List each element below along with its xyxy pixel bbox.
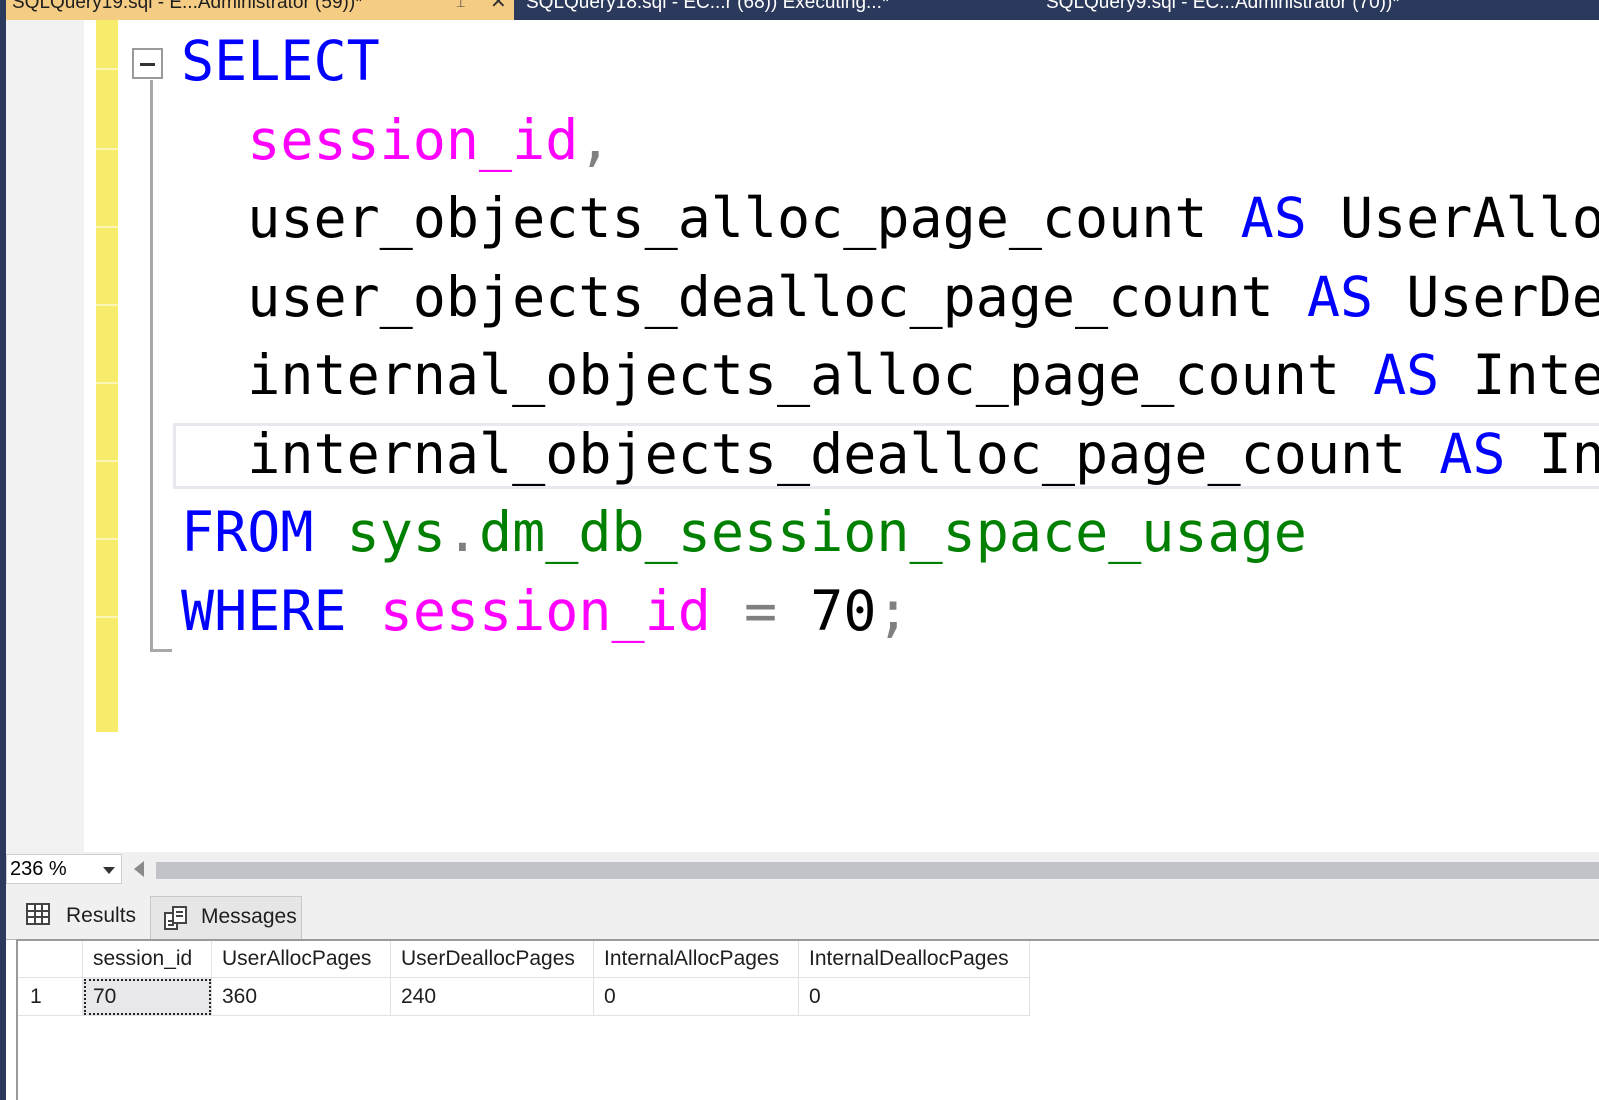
outline-guide-end <box>150 649 172 652</box>
zoom-dropdown[interactable]: 236 % <box>6 854 122 884</box>
grid-icon <box>26 903 50 925</box>
column-header[interactable]: InternalAllocPages <box>593 941 799 978</box>
code-token: ; <box>876 578 910 643</box>
row-number[interactable]: 1 <box>18 977 83 1016</box>
zoom-value: 236 % <box>10 858 67 880</box>
tab-sqlquery19[interactable]: SQLQuery19.sql - E...Administrator (59))… <box>6 0 514 20</box>
zoom-bar: 236 % <box>6 852 1599 888</box>
code-token: user_objects_alloc_page_count <box>181 186 1241 250</box>
code-token: AS <box>1306 264 1374 329</box>
column-header[interactable]: UserAllocPages <box>211 941 391 978</box>
code-token: internal_objects_alloc_page_count <box>181 343 1374 407</box>
code-token: SELECT <box>181 29 380 93</box>
code-token: FROM <box>181 500 314 564</box>
code-token: InternalDeallocPages <box>1538 421 1599 486</box>
code-token: dm_db_session_space_usage <box>479 500 1307 564</box>
chevron-down-icon <box>103 867 115 874</box>
code-token: AS <box>1439 421 1506 486</box>
code-line[interactable]: user_objects_dealloc_page_count AS UserD… <box>181 264 1599 330</box>
code-token: InternalAllocPages <box>1472 343 1599 407</box>
line-gutter <box>6 20 84 852</box>
code-token: 70 <box>777 578 877 643</box>
tab-title: SQLQuery9.sql - EC...Administrator (70))… <box>1046 0 1400 13</box>
collapse-icon[interactable] <box>132 48 163 79</box>
query-editor[interactable]: SELECT session_id, user_objects_alloc_pa… <box>6 20 1599 852</box>
pin-icon[interactable]: ⌶ <box>456 0 466 11</box>
code-line[interactable]: WHERE session_id = 70; <box>181 578 910 644</box>
tab-messages-label: Messages <box>201 905 297 928</box>
tab-results-label: Results <box>66 904 137 927</box>
row-header-corner[interactable] <box>18 941 83 978</box>
cell-user-dealloc-pages[interactable]: 240 <box>390 977 594 1016</box>
column-header[interactable]: session_id <box>82 941 212 978</box>
table-row[interactable]: 1 70 360 240 0 0 <box>18 977 1030 1016</box>
code-token: user_objects_dealloc_page_count <box>181 264 1307 329</box>
change-bar-separator <box>96 226 118 228</box>
change-bar-separator <box>96 304 118 306</box>
change-bar-separator <box>96 68 118 70</box>
tab-results[interactable]: Results <box>12 896 148 939</box>
tab-sqlquery9[interactable]: SQLQuery9.sql - EC...Administrator (70))… <box>1036 0 1596 20</box>
change-bar-separator <box>96 382 118 384</box>
messages-icon <box>164 906 187 930</box>
code-token: UserAllocPages <box>1339 186 1599 250</box>
code-token: session_id <box>379 578 711 643</box>
tab-title: SQLQuery19.sql - E...Administrator (59))… <box>12 0 363 13</box>
tab-title: SQLQuery18.sql - EC...r (68)) Executing.… <box>526 0 890 13</box>
change-bar-separator <box>96 148 118 150</box>
code-line[interactable]: user_objects_alloc_page_count AS UserAll… <box>181 185 1599 251</box>
cell-user-alloc-pages[interactable]: 360 <box>211 977 391 1016</box>
cell-session-id[interactable]: 70 <box>82 977 212 1016</box>
code-line[interactable]: FROM sys.dm_db_session_space_usage <box>181 499 1307 565</box>
code-token: WHERE <box>181 578 347 643</box>
results-grid[interactable]: session_id UserAllocPages UserDeallocPag… <box>16 939 1599 1100</box>
code-token: . <box>445 500 480 564</box>
code-token: = <box>743 578 778 643</box>
change-bar-separator <box>96 538 118 540</box>
close-icon[interactable]: ✕ <box>490 0 507 12</box>
results-tab-strip: Results Messages <box>6 888 1599 940</box>
cell-internal-alloc-pages[interactable]: 0 <box>593 977 799 1016</box>
code-token: internal_objects_dealloc_page_count <box>181 421 1440 486</box>
results-table: session_id UserAllocPages UserDeallocPag… <box>18 941 1030 1016</box>
tab-messages[interactable]: Messages <box>150 896 302 939</box>
code-token: UserDeallocPages <box>1406 264 1599 329</box>
code-token: , <box>578 107 612 172</box>
document-tab-strip: SQLQuery19.sql - E...Administrator (59))… <box>0 0 1599 20</box>
scroll-left-arrow-icon[interactable] <box>134 861 144 877</box>
results-pane: Results Messages session_id UserAllocPag… <box>6 888 1599 1100</box>
grid-header-row: session_id UserAllocPages UserDeallocPag… <box>18 941 1030 978</box>
code-token: session_id <box>247 107 579 172</box>
change-bar-separator <box>96 616 118 618</box>
code-token: sys <box>346 500 446 564</box>
code-line[interactable]: SELECT <box>181 28 380 94</box>
cell-internal-dealloc-pages[interactable]: 0 <box>798 977 1030 1016</box>
tab-sqlquery18[interactable]: SQLQuery18.sql - EC...r (68)) Executing.… <box>518 0 1008 20</box>
code-token: AS <box>1373 343 1440 407</box>
code-token: AS <box>1240 186 1307 250</box>
column-header[interactable]: UserDeallocPages <box>390 941 594 978</box>
code-line[interactable]: internal_objects_alloc_page_count AS Int… <box>181 342 1599 408</box>
change-tracking-bar <box>96 20 118 732</box>
column-header[interactable]: InternalDeallocPages <box>798 941 1030 978</box>
code-line[interactable]: session_id, <box>181 107 612 173</box>
code-line[interactable]: internal_objects_dealloc_page_count AS I… <box>181 421 1599 487</box>
change-bar-separator <box>96 460 118 462</box>
horizontal-scrollbar-thumb[interactable] <box>156 862 1599 879</box>
outline-guide <box>150 80 153 652</box>
